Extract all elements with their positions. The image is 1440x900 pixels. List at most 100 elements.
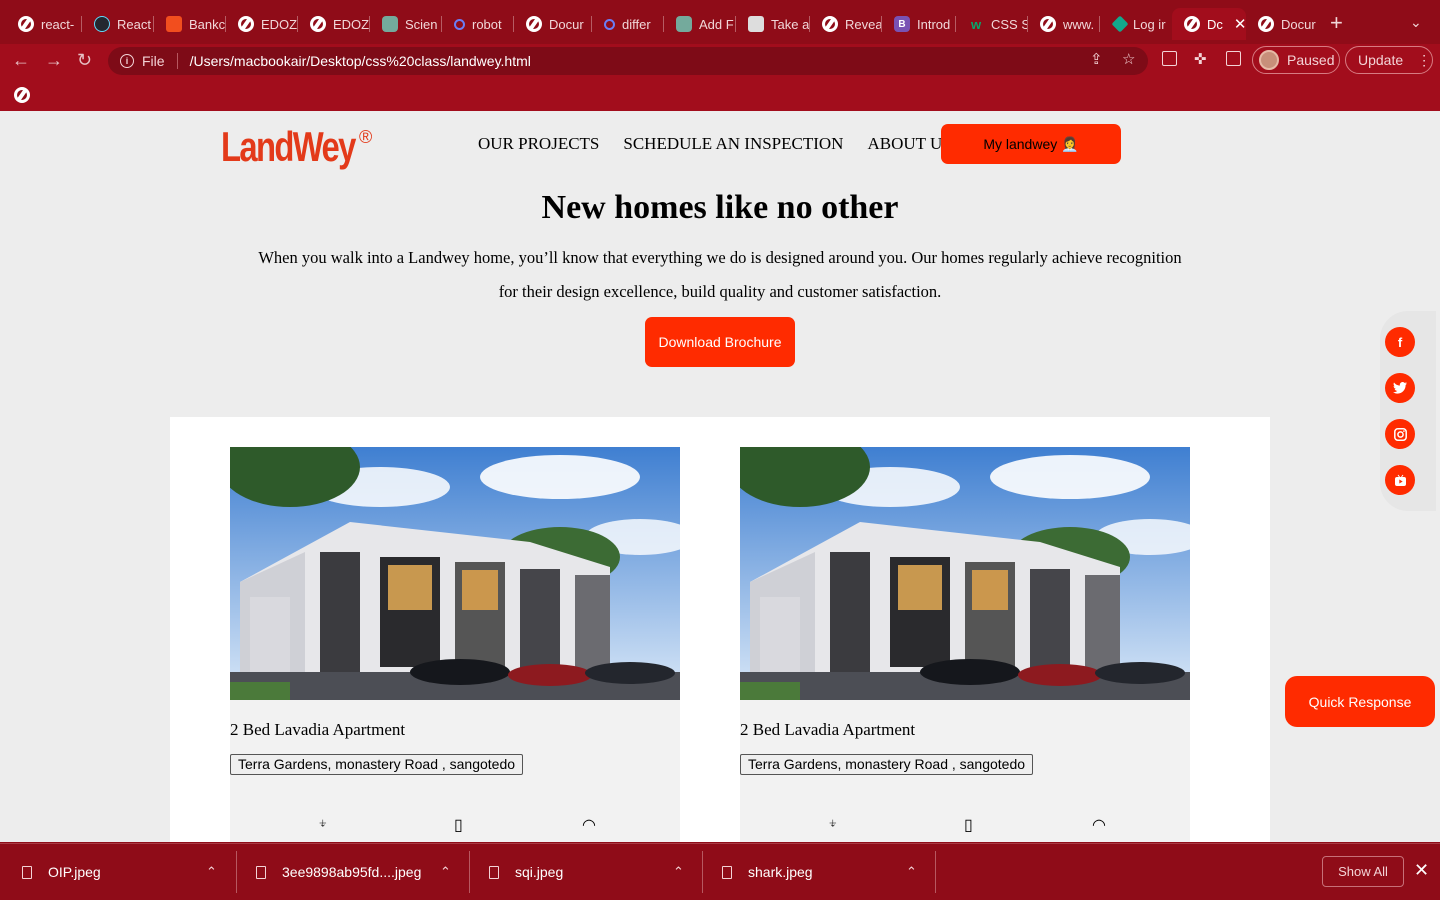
browser-tab[interactable]: Take a xyxy=(736,8,810,40)
browser-tab[interactable]: w CSS S xyxy=(956,8,1028,40)
tab-label: Docur xyxy=(549,16,584,32)
new-tab-button[interactable]: + xyxy=(1330,12,1343,34)
file-icon xyxy=(722,865,732,879)
project-location-tag[interactable]: Terra Gardens, monastery Road , sangoted… xyxy=(740,754,1034,775)
power-icon: ⍖ xyxy=(318,815,328,832)
tab-label: Dc xyxy=(1207,16,1223,32)
download-item[interactable]: 3ee9898ab95fd....jpeg ⌃ xyxy=(256,844,451,900)
youtube-icon[interactable] xyxy=(1385,465,1415,495)
download-filename: sqi.jpeg xyxy=(515,864,564,880)
project-title: 2 Bed Lavadia Apartment xyxy=(740,720,916,739)
browser-tab[interactable]: robot xyxy=(442,8,514,40)
download-brochure-button[interactable]: Download Brochure xyxy=(645,317,795,367)
nav-about-us[interactable]: ABOUT US xyxy=(867,134,951,154)
address-bar[interactable]: i File /Users/macbookair/Desktop/css%20c… xyxy=(108,47,1148,75)
browser-tab[interactable]: react- xyxy=(6,8,82,40)
browser-tab[interactable]: React xyxy=(82,8,154,40)
bootstrap-icon: B xyxy=(894,16,910,32)
download-item[interactable]: OIP.jpeg ⌃ xyxy=(22,844,217,900)
download-item[interactable]: sqi.jpeg ⌃ xyxy=(489,844,684,900)
close-downloads-icon[interactable]: ✕ xyxy=(1414,860,1429,881)
phone-icon: ▯ xyxy=(964,817,973,834)
chevron-up-icon[interactable]: ⌃ xyxy=(906,864,917,880)
hero-title: New homes like no other xyxy=(541,189,899,226)
forward-icon[interactable]: → xyxy=(45,50,63,70)
chevron-up-icon[interactable]: ⌃ xyxy=(673,864,684,880)
reader-mode-icon[interactable] xyxy=(1162,51,1177,66)
my-landwey-button[interactable]: My landwey 👩‍💼 xyxy=(941,124,1121,164)
tab-label: Bankc xyxy=(189,16,226,32)
download-item[interactable]: shark.jpeg ⌃ xyxy=(722,844,917,900)
globe-icon xyxy=(822,16,838,32)
globe-icon xyxy=(1040,16,1056,32)
figma-icon xyxy=(166,16,182,32)
reload-icon[interactable]: ↻ xyxy=(77,50,92,70)
browser-tab[interactable]: www. xyxy=(1028,8,1100,40)
tab-label: CSS S xyxy=(991,16,1028,32)
browser-tab[interactable]: Scien xyxy=(370,8,442,40)
url-text[interactable]: /Users/macbookair/Desktop/css%20class/la… xyxy=(190,53,531,69)
browser-tab[interactable]: B Introd xyxy=(882,8,956,40)
landwey-logo[interactable]: LandWey ® xyxy=(221,119,376,175)
browser-tab[interactable]: Revea xyxy=(810,8,882,40)
tab-label: Add F xyxy=(699,16,734,32)
tab-label: EDOZ xyxy=(333,16,370,32)
download-filename: shark.jpeg xyxy=(748,864,813,880)
tab-label: Docur xyxy=(1281,16,1316,32)
tab-label: EDOZ xyxy=(261,16,298,32)
project-card[interactable]: 2 Bed Lavadia Apartment Terra Gardens, m… xyxy=(230,447,680,842)
tab-label: Introd xyxy=(917,16,951,32)
bookmarks-bar xyxy=(0,78,1440,111)
share-icon[interactable]: ⇪ xyxy=(1090,50,1103,68)
browser-tab[interactable]: Log ir xyxy=(1100,8,1172,40)
chevron-up-icon[interactable]: ⌃ xyxy=(206,864,217,880)
chevron-up-icon[interactable]: ⌃ xyxy=(440,864,451,880)
instagram-icon[interactable] xyxy=(1385,419,1415,449)
nav-our-projects[interactable]: OUR PROJECTS xyxy=(478,134,599,154)
browser-tab[interactable]: Docur xyxy=(1246,8,1320,40)
bookmark-globe-icon[interactable] xyxy=(14,87,30,103)
tab-label: robot xyxy=(472,16,502,32)
tab-label: Log ir xyxy=(1133,16,1166,32)
extensions-icon[interactable]: ✜ xyxy=(1194,50,1207,68)
downloads-bar: OIP.jpeg ⌃ 3ee9898ab95fd....jpeg ⌃ sqi.jpe… xyxy=(0,843,1440,900)
project-card[interactable]: 2 Bed Lavadia Apartment Terra Gardens, m… xyxy=(740,447,1190,842)
tab-label: Scien xyxy=(405,16,438,32)
kebab-menu-icon: ⋮ xyxy=(1417,51,1432,68)
quick-response-button[interactable]: Quick Response xyxy=(1285,676,1435,727)
user-icon: 👩‍💼 xyxy=(1061,135,1079,152)
w3schools-icon: w xyxy=(970,16,982,32)
facebook-icon[interactable]: f xyxy=(1385,327,1415,357)
profile-button[interactable]: Paused xyxy=(1252,46,1340,74)
update-label: Update xyxy=(1358,52,1404,68)
twitter-icon[interactable] xyxy=(1385,373,1415,403)
back-icon[interactable]: ← xyxy=(12,50,30,70)
browser-tab[interactable]: differ xyxy=(592,8,664,40)
bookmark-star-icon[interactable]: ☆ xyxy=(1122,50,1135,68)
tab-strip: react- React Bankc EDOZ EDOZ Scien robot… xyxy=(0,0,1440,48)
info-icon[interactable]: i xyxy=(120,54,134,68)
download-filename: 3ee9898ab95fd....jpeg xyxy=(282,864,422,880)
project-location-tag[interactable]: Terra Gardens, monastery Road , sangoted… xyxy=(230,754,524,775)
browser-tab[interactable]: EDOZ xyxy=(226,8,298,40)
chatgpt-icon xyxy=(382,16,398,32)
diamond-icon xyxy=(1111,15,1129,33)
globe-icon xyxy=(238,16,254,32)
tab-search-button[interactable]: ⌄ xyxy=(1410,14,1422,31)
tab-label: Revea xyxy=(845,16,882,32)
tab-label: react- xyxy=(41,16,75,32)
hero-description: When you walk into a Landwey home, you’l… xyxy=(258,248,1182,301)
side-panel-icon[interactable] xyxy=(1226,51,1241,66)
globe-icon xyxy=(1184,16,1200,32)
browser-tab[interactable]: Bankc xyxy=(154,8,226,40)
nav-schedule-inspection[interactable]: SCHEDULE AN INSPECTION xyxy=(623,134,843,154)
tab-label: www. xyxy=(1063,16,1095,32)
close-tab-icon[interactable]: ✕ xyxy=(1234,15,1246,33)
browser-tab[interactable]: Docur xyxy=(514,8,592,40)
browser-tab-active[interactable]: Dc ✕ xyxy=(1172,8,1246,40)
show-all-downloads-button[interactable]: Show All xyxy=(1322,856,1404,887)
browser-tab[interactable]: Add F xyxy=(664,8,736,40)
update-button[interactable]: Update ⋮ xyxy=(1345,46,1433,74)
tab-label: React xyxy=(117,16,151,32)
browser-tab[interactable]: EDOZ xyxy=(298,8,370,40)
